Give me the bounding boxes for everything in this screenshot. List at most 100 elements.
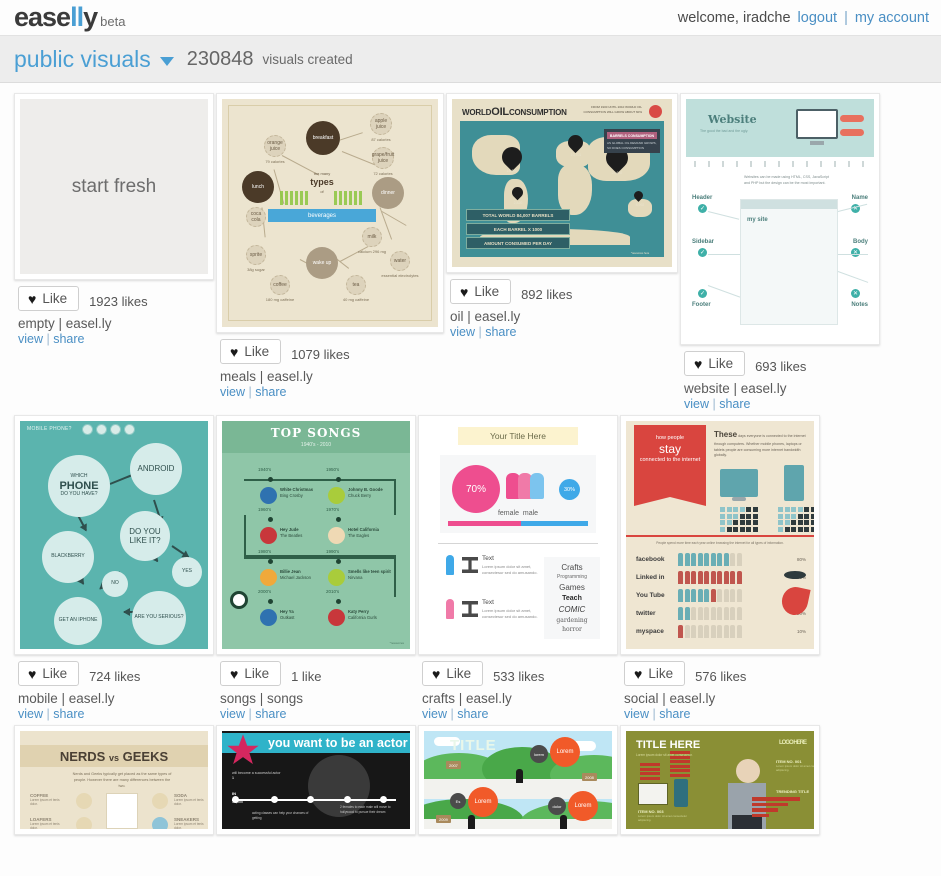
close-icon: ✕ <box>851 248 860 257</box>
thumbnail-actor[interactable]: you want to be an actor will become a su… <box>216 725 416 835</box>
website-label-body: Body <box>853 239 868 245</box>
meals-leaf: tea <box>346 275 366 295</box>
thumbnail-social[interactable]: how people stay connected to the interne… <box>620 415 820 655</box>
share-link[interactable]: share <box>719 397 750 411</box>
mobile-icon <box>784 465 804 501</box>
public-visuals-title[interactable]: public visuals <box>14 47 151 71</box>
like-button[interactable]: ♥ Like <box>18 661 80 686</box>
card-links: view | share <box>624 707 818 721</box>
my-account-link[interactable]: my account <box>855 10 929 26</box>
meals-leaf: water <box>390 251 410 271</box>
cloud-word: Teach <box>562 594 582 602</box>
logout-link[interactable]: logout <box>798 10 838 26</box>
card-links: view | share <box>220 707 414 721</box>
like-button[interactable]: ♥ Like <box>624 661 686 686</box>
thumbnail-crafts[interactable]: Your Title Here 70% 30% female male Text… <box>418 415 618 655</box>
mobile-node-label: BLACKBERRY <box>51 553 85 560</box>
thumbnail-empty[interactable]: start fresh <box>14 93 214 280</box>
view-link[interactable]: view <box>422 707 447 721</box>
songs-node <box>336 477 341 482</box>
view-link[interactable]: view <box>624 707 649 721</box>
oil-title-world: WORLD <box>462 108 492 117</box>
start-fresh-placeholder[interactable]: start fresh <box>20 99 208 274</box>
person-figure <box>468 815 475 829</box>
leader-line <box>837 271 869 283</box>
visual-card-empty: start fresh ♥ Like 1923 likes empty | ea… <box>14 93 214 346</box>
male-percent-circle: 30% <box>559 479 580 500</box>
nerds-item: COFFEE Lorem ipsum et tenis dolor. <box>30 793 66 806</box>
thumbnail-oil[interactable]: 18,690 2,820 10,701 23,692 8,992 *resour… <box>446 93 678 273</box>
visual-card-oil: 18,690 2,820 10,701 23,692 8,992 *resour… <box>446 93 678 339</box>
card-links: view | share <box>422 707 616 721</box>
like-bar: ♥ Like 533 likes <box>422 661 616 686</box>
card-links: view | share <box>450 325 676 339</box>
monitor-stand <box>810 141 824 145</box>
pictogram-bar <box>678 570 784 584</box>
share-link[interactable]: share <box>255 707 286 721</box>
songs-decade: 2010's <box>326 589 340 594</box>
view-link[interactable]: view <box>684 397 709 411</box>
visuals-count-label: visuals created <box>262 51 353 67</box>
visuals-grid: start fresh ♥ Like 1923 likes empty | ea… <box>0 83 941 839</box>
songs-node <box>268 477 273 482</box>
view-link[interactable]: view <box>220 385 245 399</box>
card-links: view | share <box>18 332 212 346</box>
share-link[interactable]: share <box>659 707 690 721</box>
crafts-text-block: Text Lorem ipsum dolor sit amet, consect… <box>482 555 544 577</box>
network-name: Linked in <box>636 573 665 581</box>
crafts-artwork: Your Title Here 70% 30% female male Text… <box>424 421 612 649</box>
landscape-bubble: Lorem <box>550 737 580 767</box>
share-link[interactable]: share <box>485 325 516 339</box>
thumbnail-website[interactable]: Website The good the bad and the ugly. W… <box>680 93 880 345</box>
cloud-word: Programming <box>556 574 587 580</box>
app-logo[interactable]: easelly beta <box>14 4 125 31</box>
like-button-label: Like <box>244 344 270 359</box>
nav-separator: | <box>844 9 848 26</box>
oil-drop-label: 10,701 <box>570 153 582 157</box>
thumbnail-songs[interactable]: TOP SONGS 1940's - 2010 1940's White Chr… <box>216 415 416 655</box>
like-bar: ♥ Like 1923 likes <box>18 286 212 311</box>
meals-beverages-banner: beverages <box>268 209 376 222</box>
share-link[interactable]: share <box>255 385 286 399</box>
nerds-artwork: NERDS vs GEEKS Nerds and Geeks typically… <box>20 731 208 829</box>
face-icon <box>110 424 121 435</box>
song-artist: Bing Crosby <box>280 493 303 499</box>
mobile-node-label: DO YOU LIKE IT? <box>129 526 161 545</box>
actor-note-right: 2 females to each male will move to holl… <box>340 805 391 815</box>
view-link[interactable]: view <box>18 707 43 721</box>
chevron-down-icon[interactable] <box>159 56 174 66</box>
like-button[interactable]: ♥ Like <box>450 279 512 304</box>
share-link[interactable]: share <box>53 707 84 721</box>
thumbnail-olive[interactable]: TITLE HERE Lorem ipsum dolor sit amet co… <box>620 725 820 835</box>
share-link[interactable]: share <box>53 332 84 346</box>
like-button[interactable]: ♥ Like <box>18 286 80 311</box>
thumbnail-landscape[interactable]: TITLE Lorem lorem Lorem Es Lorem dolor 2… <box>418 725 618 835</box>
face-icon <box>96 424 107 435</box>
thumbnail-meals[interactable]: breakfast lunch dinner wake up apple jui… <box>216 93 444 333</box>
view-link[interactable]: view <box>220 707 245 721</box>
songs-record <box>328 487 345 504</box>
thumbnail-nerds[interactable]: NERDS vs GEEKS Nerds and Geeks typically… <box>14 725 214 835</box>
accent-pill <box>840 115 864 122</box>
meals-center-small: the many <box>313 171 331 176</box>
like-button[interactable]: ♥ Like <box>684 351 746 376</box>
check-icon: ✓ <box>698 289 707 298</box>
like-button[interactable]: ♥ Like <box>220 661 282 686</box>
leader-line <box>707 285 741 298</box>
card-meta: ♥ Like 892 likes oil | easel.ly view | s… <box>446 273 678 339</box>
like-button[interactable]: ♥ Like <box>422 661 484 686</box>
view-link[interactable]: view <box>450 325 475 339</box>
cloud-word: Games <box>559 582 585 592</box>
share-link[interactable]: share <box>457 707 488 721</box>
pictogram-bar <box>678 606 784 620</box>
like-button[interactable]: ♥ Like <box>220 339 282 364</box>
face-icons <box>82 424 135 435</box>
mobile-node-label: YES <box>181 568 192 575</box>
female-label: female <box>497 510 519 517</box>
oil-stat-boxes: TOTAL WORLD 84,007 BARRELS EACH BARREL X… <box>466 209 570 251</box>
crafts-gender-panel: 70% 30% female male <box>440 455 596 533</box>
year-sign: 2007 <box>446 761 461 769</box>
view-link[interactable]: view <box>18 332 43 346</box>
nerds-item-sub: Lorem ipsum et tenis dolor. <box>174 798 204 806</box>
thumbnail-mobile[interactable]: MOBILE PHONE? WHICH PHONE DO YOU HAVE? A… <box>14 415 214 655</box>
